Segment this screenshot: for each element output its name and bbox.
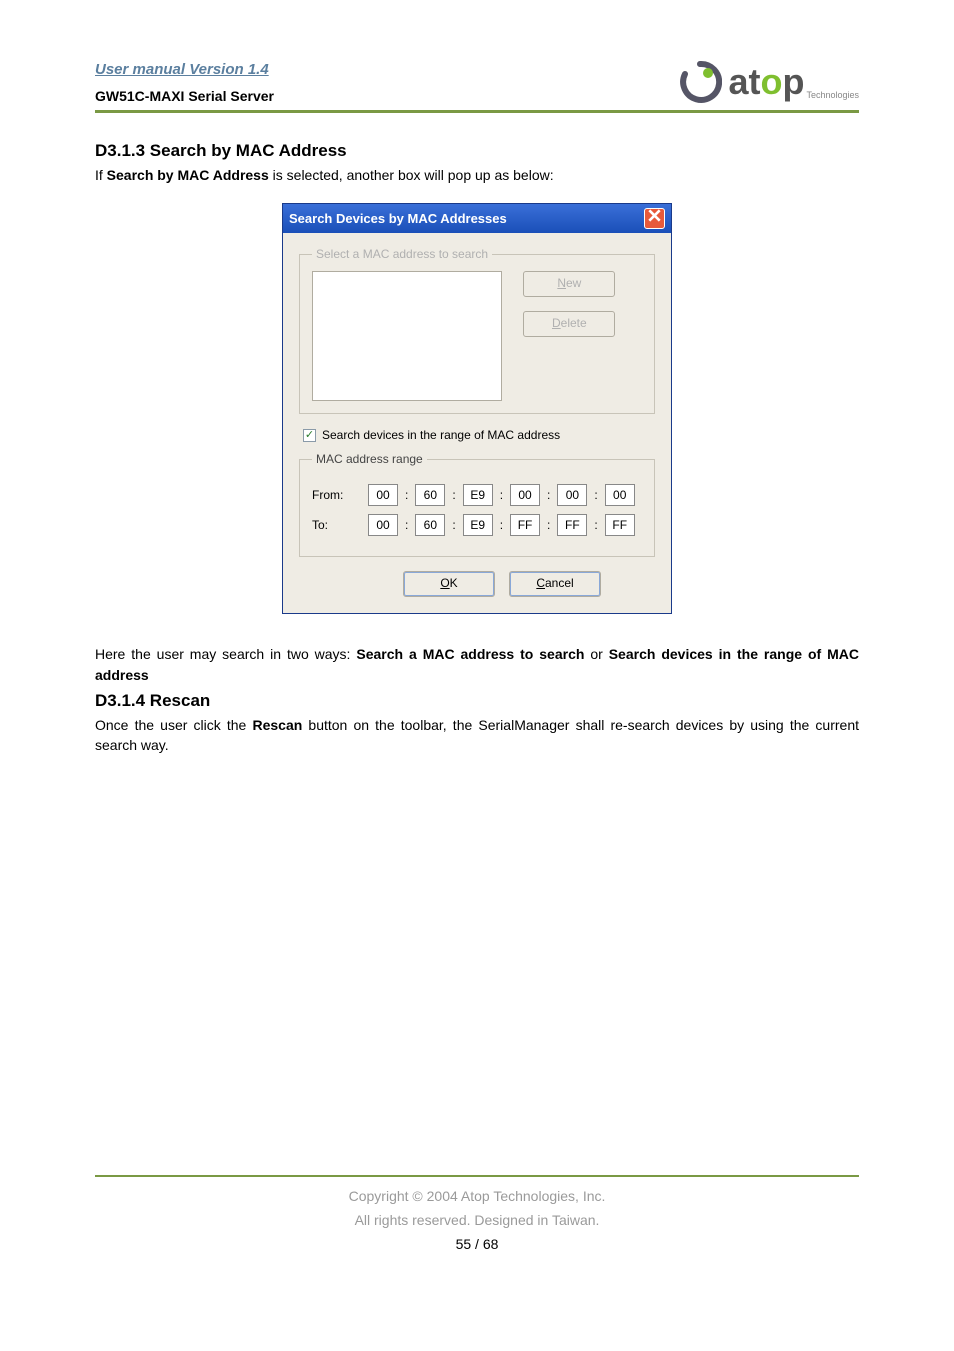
section2-text: Once the user click the Rescan button on…: [95, 715, 859, 756]
to-octet-5[interactable]: [557, 514, 587, 536]
page-footer: Copyright © 2004 Atop Technologies, Inc.…: [95, 1185, 859, 1256]
from-octet-3[interactable]: [463, 484, 493, 506]
from-label: From:: [312, 488, 362, 502]
section-title-d313: D3.1.3 Search by MAC Address: [95, 141, 859, 161]
to-octet-6[interactable]: [605, 514, 635, 536]
footer-divider: [95, 1175, 859, 1177]
search-mac-dialog: Search Devices by MAC Addresses Select a…: [282, 203, 672, 614]
logo: atop Technologies: [678, 60, 859, 104]
to-octet-3[interactable]: [463, 514, 493, 536]
from-octet-4[interactable]: [510, 484, 540, 506]
cancel-button[interactable]: Cancel: [509, 571, 601, 597]
new-button: New: [523, 271, 615, 297]
select-mac-group: Select a MAC address to search New Delet…: [299, 247, 655, 414]
from-row: From: : : : : :: [312, 484, 642, 506]
select-mac-legend: Select a MAC address to search: [312, 247, 492, 261]
two-ways-paragraph: Here the user may search in two ways: Se…: [95, 644, 859, 685]
mac-range-legend: MAC address range: [312, 452, 427, 466]
from-octet-2[interactable]: [415, 484, 445, 506]
page-header: User manual Version 1.4 GW51C-MAXI Seria…: [95, 60, 859, 104]
section-title-d314: D3.1.4 Rescan: [95, 691, 859, 711]
to-octet-4[interactable]: [510, 514, 540, 536]
mac-range-group: MAC address range From: : : : : : To: : …: [299, 452, 655, 557]
dialog-titlebar: Search Devices by MAC Addresses: [283, 204, 671, 233]
product-name: GW51C-MAXI Serial Server: [95, 88, 274, 104]
header-divider: [95, 110, 859, 113]
ok-button[interactable]: OK: [403, 571, 495, 597]
page-number: 55 / 68: [95, 1233, 859, 1257]
logo-text: atop: [728, 61, 804, 102]
to-row: To: : : : : :: [312, 514, 642, 536]
rights: All rights reserved. Designed in Taiwan.: [95, 1209, 859, 1233]
section1-text: If Search by MAC Address is selected, an…: [95, 165, 859, 185]
to-label: To:: [312, 518, 362, 532]
to-octet-2[interactable]: [415, 514, 445, 536]
logo-icon: [678, 60, 722, 104]
mac-listbox[interactable]: [312, 271, 502, 401]
range-checkbox[interactable]: ✓: [303, 429, 316, 442]
delete-button: Delete: [523, 311, 615, 337]
logo-subtext: Technologies: [806, 90, 859, 100]
to-octet-1[interactable]: [368, 514, 398, 536]
from-octet-5[interactable]: [557, 484, 587, 506]
from-octet-6[interactable]: [605, 484, 635, 506]
close-button[interactable]: [644, 208, 665, 229]
manual-version: User manual Version 1.4: [95, 61, 274, 78]
copyright: Copyright © 2004 Atop Technologies, Inc.: [95, 1185, 859, 1209]
dialog-title: Search Devices by MAC Addresses: [289, 211, 507, 226]
from-octet-1[interactable]: [368, 484, 398, 506]
range-checkbox-label: Search devices in the range of MAC addre…: [322, 428, 560, 442]
